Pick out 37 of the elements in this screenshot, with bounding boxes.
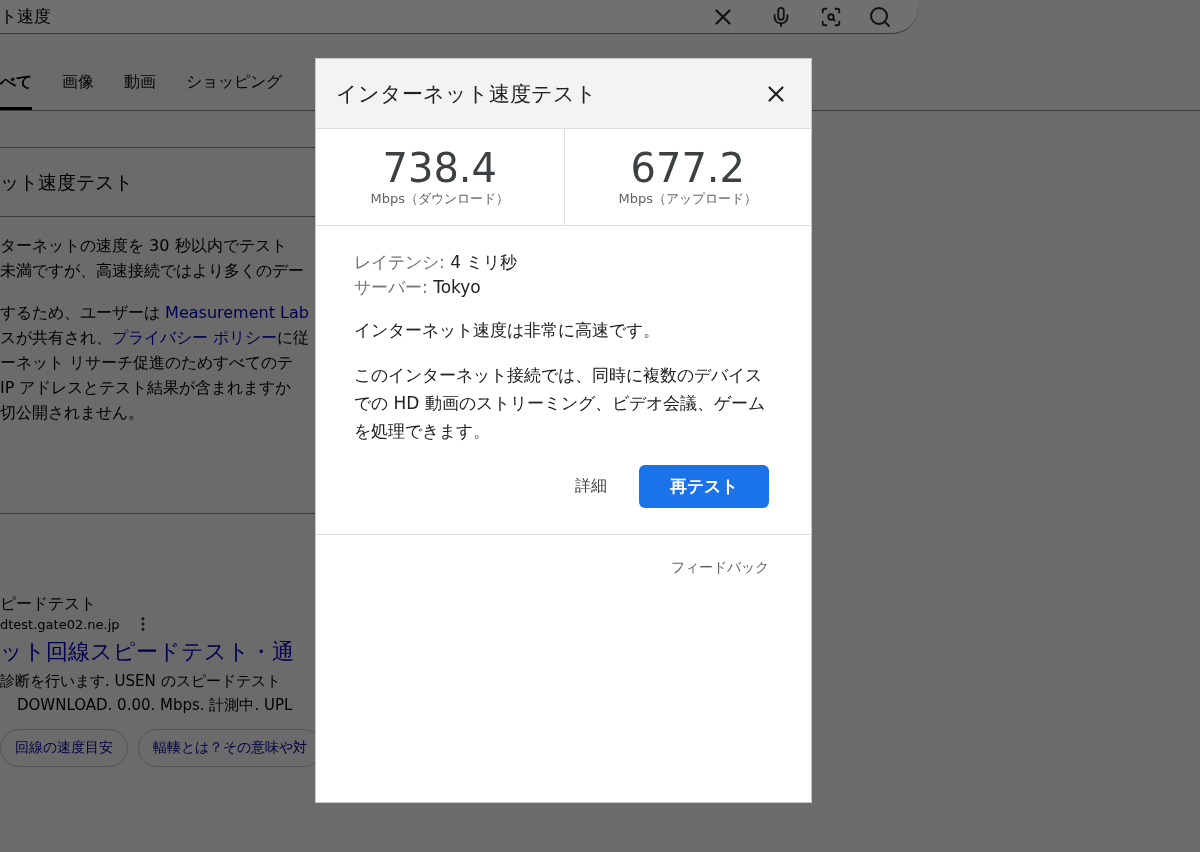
text-link[interactable]: Measurement Lab	[165, 303, 309, 322]
description-text: このインターネット接続では、同時に複数のデバイスでの HD 動画のストリーミング、ビデオ会議、ゲームを処理できます。	[354, 364, 766, 443]
speed-value: 738.4	[382, 146, 497, 190]
retest-button[interactable]: 再テスト	[639, 465, 769, 508]
detail-text: サーバー: Tokyo	[354, 276, 482, 299]
paragraph-text: 切公開されません。	[0, 403, 144, 422]
paragraph-text: ーネット リサーチ促進のためすべてのテ	[0, 353, 294, 372]
paragraph-text: 未満ですが、高速接続ではより多くのデー	[0, 261, 304, 280]
tab[interactable]: 画像	[62, 72, 94, 110]
summary-text: インターネット速度は非常に高速です。	[354, 319, 661, 342]
site-name: ピードテスト	[0, 594, 97, 615]
search-icon[interactable]	[868, 4, 892, 29]
detail-text: レイテンシ: 4 ミリ秒	[354, 251, 519, 274]
details-button[interactable]: 詳細	[573, 468, 609, 505]
tab[interactable]: 動画	[124, 72, 156, 110]
result-snippet: DOWNLOAD. 0.00. Mbps. 計測中. UPL	[16, 696, 294, 715]
search-bar[interactable]: ト速度	[0, 0, 918, 34]
result-snippet: 診断を行います. USEN のスピードテスト	[0, 672, 282, 691]
speed-value: 677.2	[630, 146, 745, 190]
site-url: dtest.gate02.ne.jp	[0, 616, 120, 632]
result-title-link[interactable]: ット回線スピードテスト・通	[0, 637, 1200, 667]
camera-search-icon[interactable]	[820, 5, 842, 28]
tab[interactable]: ショッピング	[186, 72, 282, 110]
tab[interactable]: べて	[0, 72, 32, 110]
paragraph-text: IP アドレスとテスト結果が含まれますか	[0, 378, 292, 397]
dialog-title: インターネット速度テスト	[336, 80, 597, 108]
related-chip[interactable]: 回線の速度目安	[0, 729, 128, 767]
feedback-link[interactable]: フィードバック	[671, 559, 769, 577]
search-query: ト速度	[0, 5, 52, 28]
paragraph-text: ターネットの速度を 30 秒以内でテスト	[0, 236, 287, 255]
paragraph-text: スが共有され、	[0, 328, 112, 347]
card-heading: ット速度テスト	[0, 170, 134, 195]
speed-label: Mbps（アップロード）	[618, 190, 757, 208]
paragraph-text: するため、ユーザーは	[0, 303, 161, 322]
paragraph-text: に従	[277, 328, 310, 347]
speed-label: Mbps（ダウンロード）	[370, 190, 509, 208]
text-link[interactable]: プライバシー ポリシー	[112, 328, 278, 347]
